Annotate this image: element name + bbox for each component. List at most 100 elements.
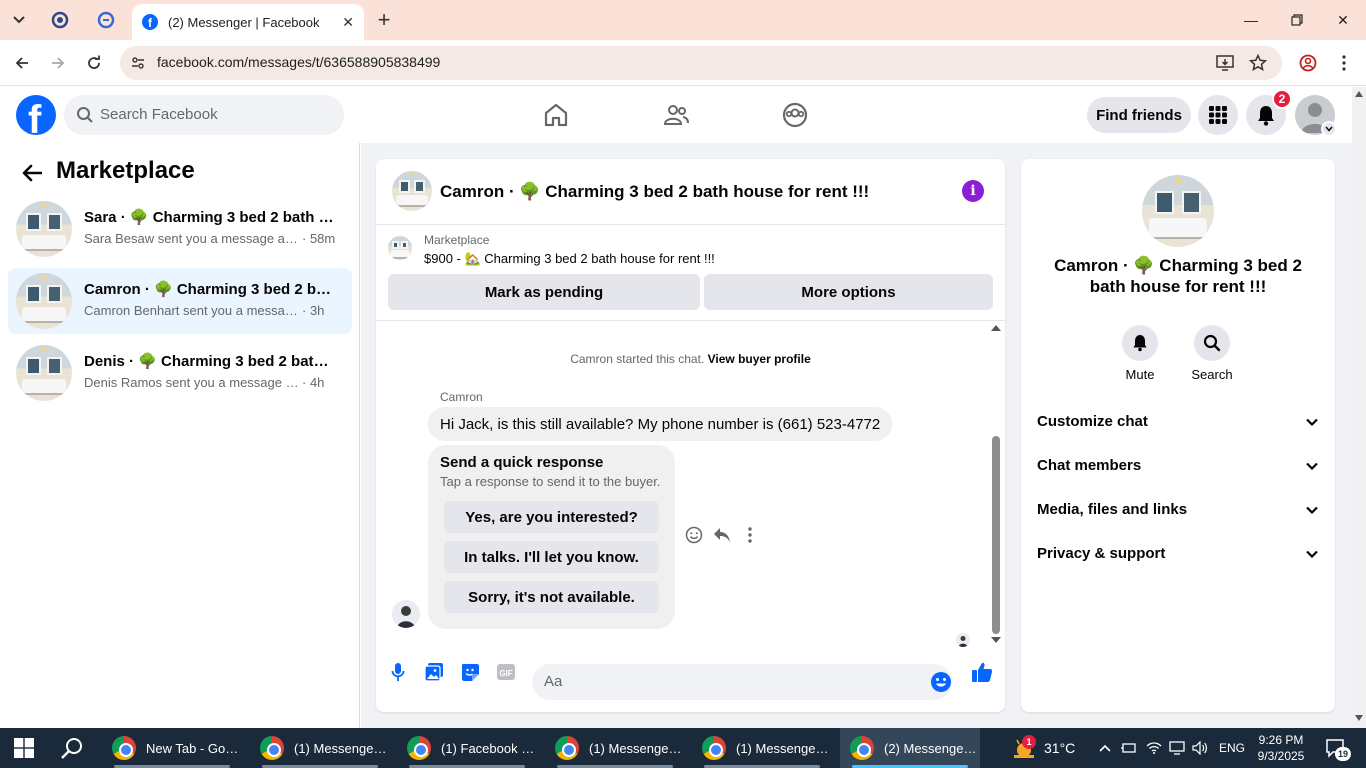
browser-menu-icon[interactable] <box>1332 51 1356 75</box>
chrome-icon <box>850 736 874 760</box>
message-bubble[interactable]: Hi Jack, is this still available? My pho… <box>428 407 893 441</box>
reload-icon[interactable] <box>82 51 106 75</box>
close-tab-icon[interactable]: ✕ <box>342 14 354 31</box>
clock-date: 9/3/2025 <box>1257 749 1305 763</box>
pinned-tab-icon[interactable] <box>94 8 118 32</box>
facebook-logo-icon[interactable]: f <box>16 95 56 135</box>
customize-chat-section[interactable]: Customize chat <box>1037 413 1319 437</box>
sticker-icon[interactable] <box>458 660 482 684</box>
chat-listing-avatar[interactable] <box>392 171 432 211</box>
battery-plug-icon[interactable] <box>1120 739 1138 757</box>
listing-price-title[interactable]: $900 - 🏡 Charming 3 bed 2 bath house for… <box>424 251 715 267</box>
mute-button[interactable]: Mute <box>1110 325 1170 382</box>
quick-response-subtitle: Tap a response to send it to the buyer. <box>440 474 661 489</box>
new-tab-button[interactable]: + <box>372 7 396 32</box>
temperature[interactable]: 31°C <box>1044 740 1075 756</box>
sender-avatar[interactable] <box>392 600 420 628</box>
home-icon[interactable] <box>542 101 570 129</box>
groups-icon[interactable] <box>781 101 809 129</box>
url-text[interactable]: facebook.com/messages/t/636588905838499 <box>157 54 440 70</box>
chat-details-avatar <box>1142 175 1214 247</box>
site-info-icon[interactable] <box>128 53 148 73</box>
facebook-search-input[interactable]: Search Facebook <box>64 95 344 135</box>
quick-response-button[interactable]: Sorry, it's not available. <box>444 581 659 613</box>
install-app-icon[interactable] <box>1215 53 1235 73</box>
search-icon <box>1194 325 1230 361</box>
volume-icon[interactable] <box>1191 739 1209 757</box>
media-files-links-section[interactable]: Media, files and links <box>1037 501 1319 525</box>
tray-chevron-up-icon[interactable] <box>1096 739 1114 757</box>
system-message: Camron started this chat. <box>570 352 705 366</box>
menu-grid-icon[interactable] <box>1198 95 1238 135</box>
display-icon[interactable] <box>1168 739 1186 757</box>
pinned-tab-icon[interactable] <box>48 8 72 32</box>
wifi-icon[interactable] <box>1145 739 1163 757</box>
taskbar-chrome-window[interactable]: (1) Messenger | Facebook <box>250 728 390 768</box>
taskbar-chrome-window[interactable]: New Tab - Google Chrome <box>102 728 242 768</box>
active-browser-tab[interactable]: f (2) Messenger | Facebook ✕ <box>132 4 364 40</box>
chat-title[interactable]: Camron · 🌳 Charming 3 bed 2 bath house f… <box>440 182 869 202</box>
conversation-item[interactable]: Sara · 🌳 Charming 3 bed 2 bath house for… <box>8 196 352 262</box>
taskbar-chrome-window-active[interactable]: (2) Messenger | Facebook <box>840 728 980 768</box>
quick-response-button[interactable]: In talks. I'll let you know. <box>444 541 659 573</box>
message-input[interactable]: Aa <box>532 664 952 700</box>
profile-icon[interactable] <box>1296 51 1320 75</box>
chevron-down-icon <box>1306 506 1318 515</box>
gif-icon[interactable]: GIF <box>494 660 518 684</box>
quick-response-button[interactable]: Yes, are you interested? <box>444 501 659 533</box>
message-composer: GIF Aa <box>376 648 1005 712</box>
chat-scrollbar-thumb[interactable] <box>992 436 1000 634</box>
info-icon[interactable]: i <box>962 180 984 202</box>
chrome-icon <box>702 736 726 760</box>
taskbar-search-icon[interactable] <box>60 737 84 761</box>
search-placeholder: Search Facebook <box>100 106 218 123</box>
mark-as-pending-button[interactable]: Mark as pending <box>388 274 700 310</box>
chat-started-notice: Camron started this chat. View buyer pro… <box>376 352 1005 366</box>
chrome-icon <box>260 736 284 760</box>
clock[interactable]: 9:26 PM 9/3/2025 <box>1256 732 1306 764</box>
search-in-chat-button[interactable]: Search <box>1182 325 1242 382</box>
find-friends-button[interactable]: Find friends <box>1087 97 1191 133</box>
back-arrow-icon[interactable] <box>20 161 44 185</box>
clock-time: 9:26 PM <box>1258 733 1304 747</box>
seen-receipt-avatar <box>956 633 970 647</box>
taskbar-window-label: (1) Messenger | Facebook <box>294 740 390 756</box>
conversation-time: · 4h <box>302 375 325 390</box>
section-label: Chat members <box>1037 457 1142 474</box>
back-icon[interactable] <box>10 51 34 75</box>
conversation-item[interactable]: Denis · 🌳 Charming 3 bed 2 bath house fo… <box>8 340 352 406</box>
friends-icon[interactable] <box>662 101 690 129</box>
more-actions-icon[interactable] <box>740 525 760 545</box>
view-buyer-profile-link[interactable]: View buyer profile <box>708 352 811 366</box>
chat-members-section[interactable]: Chat members <box>1037 457 1319 481</box>
taskbar-chrome-window[interactable]: (1) Messenger | Facebook <box>545 728 685 768</box>
taskbar-chrome-window[interactable]: (1) Messenger | Facebook <box>692 728 832 768</box>
browser-tab-strip: f (2) Messenger | Facebook ✕ + — ✕ <box>0 0 1366 40</box>
photo-attach-icon[interactable] <box>422 660 446 684</box>
mute-label: Mute <box>1125 367 1155 382</box>
listing-thumbnail <box>16 273 72 329</box>
maximize-icon[interactable] <box>1274 8 1320 32</box>
more-options-button[interactable]: More options <box>704 274 993 310</box>
page-scrollbar[interactable] <box>1352 87 1366 728</box>
forward-icon[interactable] <box>46 51 70 75</box>
windows-start-icon[interactable] <box>14 738 34 758</box>
like-thumb-icon[interactable] <box>970 660 994 684</box>
search-icon <box>77 107 93 123</box>
input-language[interactable]: ENG <box>1219 741 1245 755</box>
reply-icon[interactable] <box>712 525 732 545</box>
tab-search-icon[interactable] <box>8 9 30 31</box>
emoji-picker-icon[interactable] <box>930 671 952 693</box>
taskbar-chrome-window[interactable]: (1) Facebook - Google Chrome <box>397 728 537 768</box>
close-window-icon[interactable]: ✕ <box>1320 8 1366 32</box>
chevron-down-icon <box>1306 418 1318 427</box>
minimize-icon[interactable]: — <box>1228 8 1274 32</box>
react-emoji-icon[interactable] <box>684 525 704 545</box>
conversation-item-active[interactable]: Camron · 🌳 Charming 3 bed 2 bath house f… <box>8 268 352 334</box>
bookmark-star-icon[interactable] <box>1248 53 1268 73</box>
omnibox[interactable]: facebook.com/messages/t/636588905838499 <box>120 46 1282 80</box>
privacy-support-section[interactable]: Privacy & support <box>1037 545 1319 569</box>
account-chevron-down-icon[interactable] <box>1321 121 1337 137</box>
address-bar: facebook.com/messages/t/636588905838499 <box>0 40 1366 86</box>
microphone-icon[interactable] <box>386 660 410 684</box>
